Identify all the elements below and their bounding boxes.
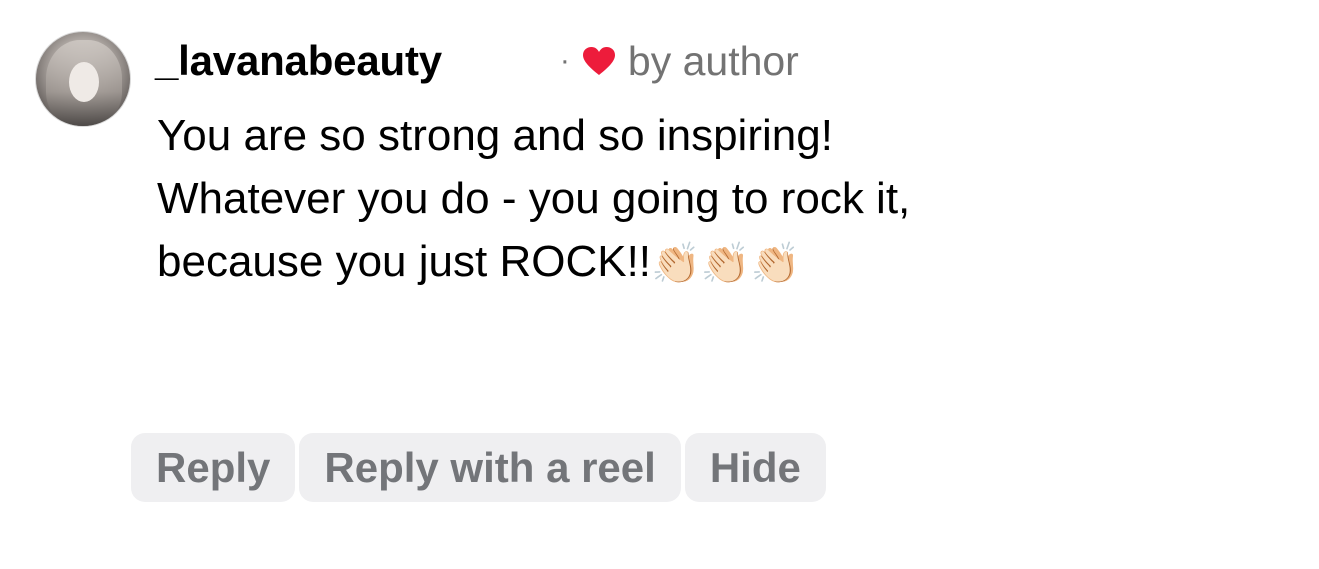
reply-button[interactable]: Reply xyxy=(131,433,296,502)
avatar[interactable] xyxy=(35,31,131,127)
reply-with-reel-button[interactable]: Reply with a reel xyxy=(299,433,681,502)
comment-header: _lavanabeauty · by author xyxy=(155,33,799,89)
avatar-face xyxy=(69,62,99,102)
comment-text-line-3: because you just ROCK!! xyxy=(157,237,652,286)
username[interactable]: _lavanabeauty xyxy=(155,37,442,85)
separator-dot: · xyxy=(559,44,570,77)
comment-text-line-1: You are so strong and so inspiring! xyxy=(157,111,833,160)
comment-actions: Reply Reply with a reel Hide xyxy=(131,433,826,502)
clapping-hands-emoji: 👏🏻👏🏻👏🏻 xyxy=(651,242,801,287)
comment-body: You are so strong and so inspiring! What… xyxy=(157,104,1207,293)
heart-icon xyxy=(582,46,616,76)
liked-by-author-label: by author xyxy=(627,37,799,84)
hide-button[interactable]: Hide xyxy=(684,433,826,502)
comment-text-line-2: Whatever you do - you going to rock it, xyxy=(157,174,911,223)
comment-item: _lavanabeauty · by author You are so str… xyxy=(0,0,1319,569)
